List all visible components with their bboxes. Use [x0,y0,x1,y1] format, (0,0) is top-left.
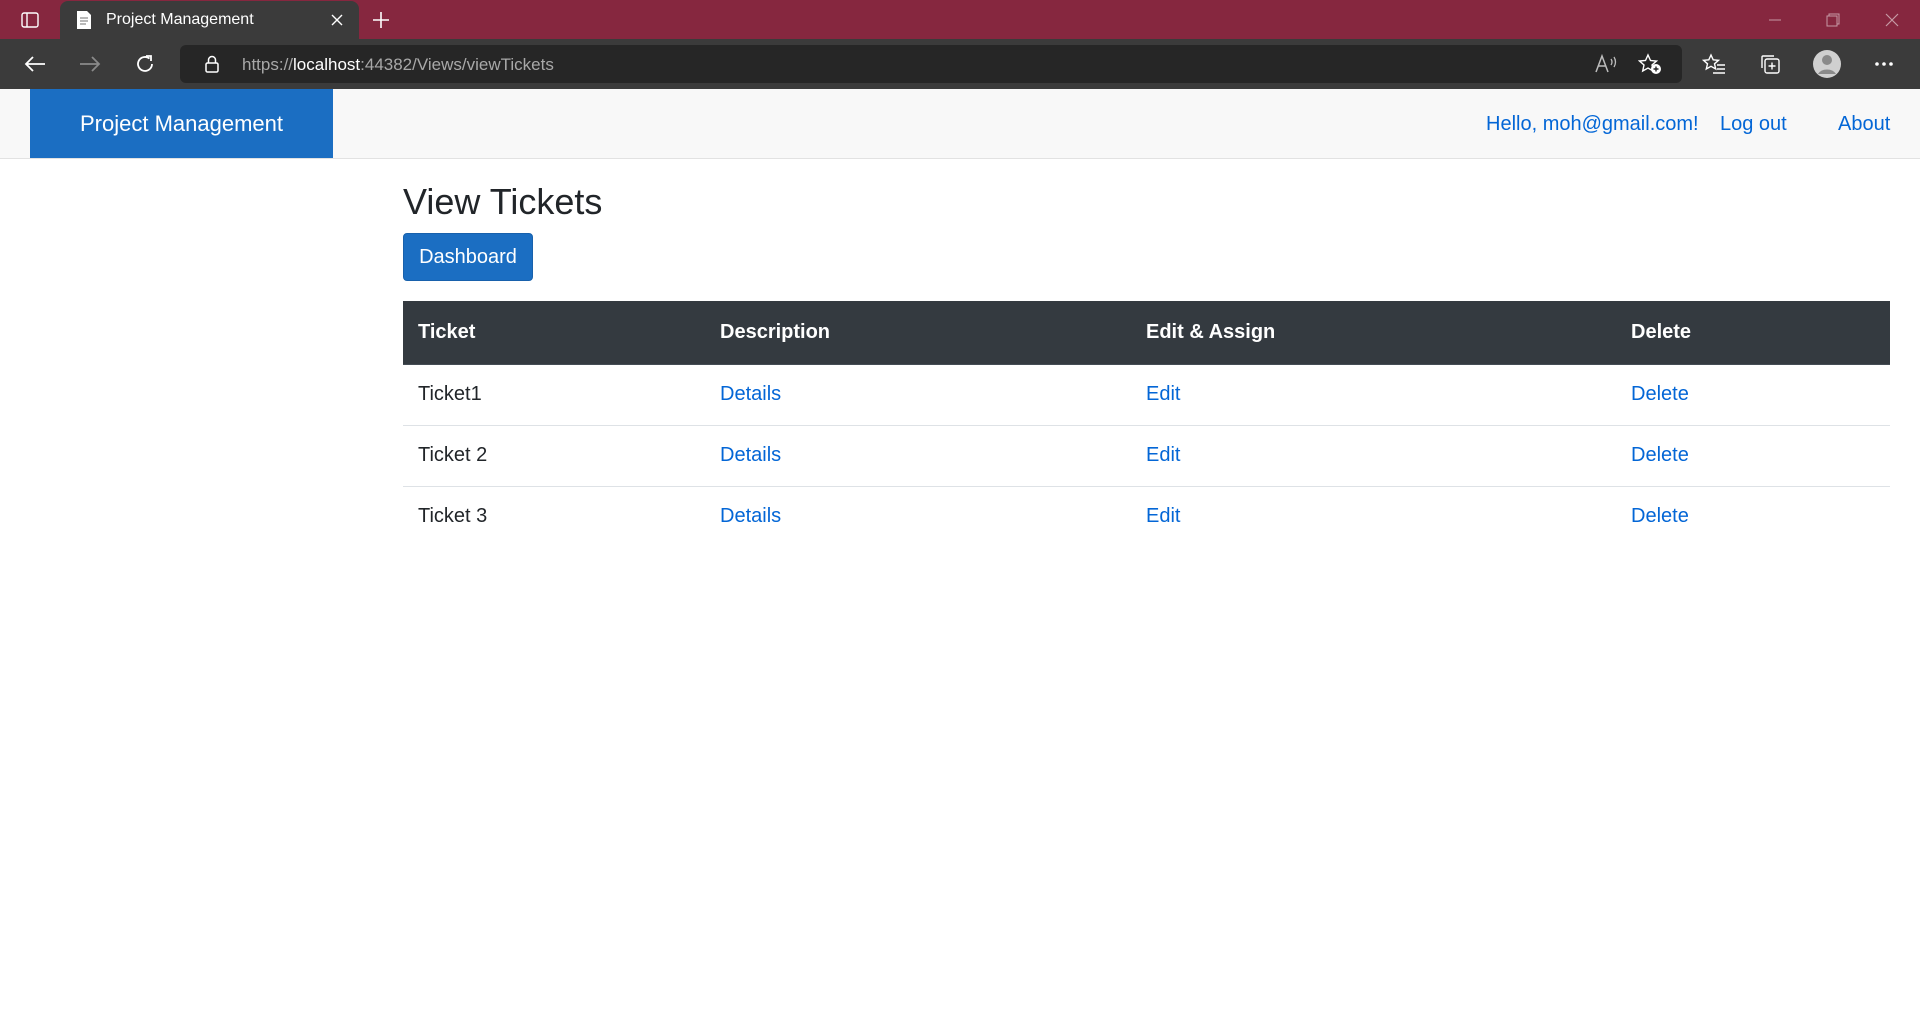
read-aloud-icon[interactable] [1592,52,1620,76]
delete-link[interactable]: Delete [1631,383,1689,405]
table-header-row: Ticket Description Edit & Assign Delete [403,301,1890,365]
ticket-name: Ticket 2 [403,424,705,486]
window-close-icon[interactable] [1864,0,1920,39]
new-tab-icon[interactable] [366,6,396,34]
page-title: View Tickets [403,181,603,222]
browser-toolbar: https://localhost:44382/Views/viewTicket… [0,39,1920,89]
favorites-icon[interactable] [1697,47,1731,81]
details-link[interactable]: Details [720,505,781,527]
restore-icon[interactable] [1805,0,1861,39]
about-link[interactable]: About [1838,113,1890,136]
tab-close-icon[interactable] [325,8,349,32]
back-arrow-icon[interactable] [17,46,53,82]
edit-link[interactable]: Edit [1146,383,1180,405]
brand-text: Project Management [80,110,283,136]
tab-actions-icon[interactable] [14,6,46,34]
user-greeting-link[interactable]: Hello, moh@gmail.com! [1486,113,1699,136]
edit-link[interactable]: Edit [1146,444,1180,466]
table-row: Ticket1 Details Edit Delete [403,364,1890,425]
collections-icon[interactable] [1753,47,1787,81]
header-description: Description [705,301,1131,365]
header-edit-assign: Edit & Assign [1131,301,1616,365]
table-row: Ticket 3 Details Edit Delete [403,485,1890,547]
delete-link[interactable]: Delete [1631,444,1689,466]
details-link[interactable]: Details [720,444,781,466]
ticket-name: Ticket1 [418,383,482,405]
ticket-name: Ticket 3 [403,485,705,547]
minimize-icon[interactable] [1747,0,1803,39]
browser-tab-active[interactable]: Project Management [60,1,359,39]
forward-arrow-icon[interactable] [72,46,108,82]
header-ticket: Ticket [403,301,705,365]
refresh-icon[interactable] [127,46,163,82]
header-delete: Delete [1616,301,1890,365]
brand-link[interactable]: Project Management [30,89,333,158]
dashboard-button[interactable]: Dashboard [403,233,533,281]
profile-avatar-icon[interactable] [1810,47,1844,81]
add-favorite-icon[interactable] [1636,52,1664,76]
url-text[interactable]: https://localhost:44382/Views/viewTicket… [242,55,554,75]
site-navbar: Project Management Hello, moh@gmail.com!… [0,89,1920,159]
tab-title: Project Management [106,11,254,28]
address-bar[interactable]: https://localhost:44382/Views/viewTicket… [180,45,1682,83]
tickets-table: Ticket Description Edit & Assign Delete … [403,301,1890,547]
lock-icon[interactable] [202,54,222,74]
more-options-icon[interactable] [1867,47,1901,81]
browser-titlebar: Project Management [0,0,1920,39]
delete-link[interactable]: Delete [1631,505,1689,527]
edit-link[interactable]: Edit [1146,505,1180,527]
table-row: Ticket 2 Details Edit Delete [403,424,1890,486]
page-favicon-icon [74,10,94,30]
details-link[interactable]: Details [720,383,781,405]
logout-link[interactable]: Log out [1720,113,1787,136]
